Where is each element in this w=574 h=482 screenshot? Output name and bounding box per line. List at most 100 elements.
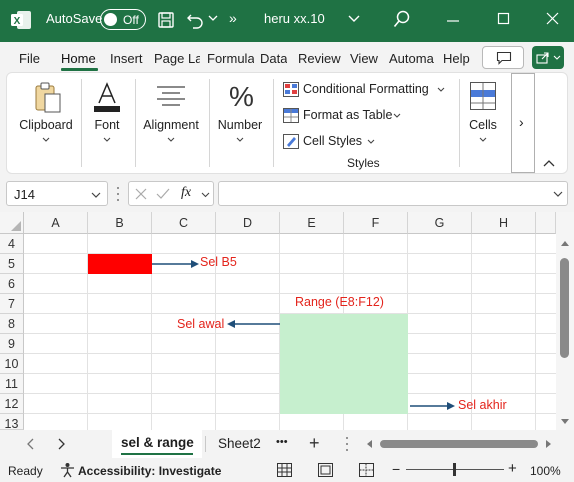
row-header-11[interactable]: 11 [0, 374, 24, 394]
scroll-right-icon[interactable] [545, 439, 552, 449]
title-bar: X AutoSave Off » heru xx.10 [0, 0, 574, 42]
status-ready: Ready [8, 464, 43, 478]
next-sheet-icon[interactable] [58, 438, 66, 450]
normal-view-icon[interactable] [277, 463, 292, 477]
row-header-5[interactable]: 5 [0, 254, 24, 274]
insert-function-icon[interactable]: fx [181, 185, 191, 201]
cell-styles-button[interactable]: Cell Styles [281, 131, 381, 153]
close-icon[interactable] [546, 12, 560, 26]
column-header-g[interactable]: G [408, 212, 472, 234]
row-header-10[interactable]: 10 [0, 354, 24, 374]
name-box-chevron-icon[interactable] [91, 192, 101, 199]
fx-chevron-icon[interactable] [201, 192, 210, 198]
vertical-scroll-thumb[interactable] [560, 258, 569, 358]
row-header-6[interactable]: 6 [0, 274, 24, 294]
zoom-in-icon[interactable]: + [508, 460, 517, 477]
enter-icon[interactable] [156, 188, 170, 200]
maximize-icon[interactable] [497, 12, 511, 26]
zoom-level[interactable]: 100% [530, 464, 561, 478]
column-header-partial[interactable] [536, 212, 556, 234]
tab-insert[interactable]: Insert [110, 51, 143, 66]
annotation-sel-akhir: Sel akhir [458, 398, 507, 412]
minimize-icon[interactable] [446, 14, 460, 28]
share-button[interactable] [532, 46, 564, 69]
collapse-ribbon-icon[interactable] [543, 159, 555, 167]
tab-formulas[interactable]: Formula [207, 51, 254, 66]
scroll-left-icon[interactable] [366, 439, 373, 449]
scroll-down-icon[interactable] [560, 418, 570, 425]
column-header-b[interactable]: B [88, 212, 152, 234]
horizontal-scroll-thumb[interactable] [380, 440, 538, 448]
column-header-c[interactable]: C [152, 212, 216, 234]
prev-sheet-icon[interactable] [26, 438, 34, 450]
column-header-e[interactable]: E [280, 212, 344, 234]
row-header-13[interactable]: 13 [0, 414, 24, 430]
file-name[interactable]: heru xx.10 [264, 11, 325, 26]
cell-styles-icon [283, 134, 299, 149]
format-as-table-button[interactable]: Format as Table [281, 105, 405, 127]
search-icon[interactable] [393, 10, 411, 30]
expand-formula-bar-icon[interactable] [553, 191, 563, 198]
page-layout-view-icon[interactable] [318, 463, 333, 477]
share-chevron-icon [553, 55, 561, 60]
row-header-9[interactable]: 9 [0, 334, 24, 354]
more-commands-icon[interactable]: » [229, 10, 237, 26]
range-e8-f12[interactable] [280, 314, 408, 414]
clipboard-chevron-icon [42, 137, 50, 142]
worksheet-grid[interactable]: A B C D E F G H 4 5 6 7 8 9 10 11 12 13 [0, 212, 574, 430]
scroll-up-icon[interactable] [560, 240, 570, 247]
tab-view[interactable]: View [350, 51, 378, 66]
clipboard-group[interactable]: Clipboard [13, 77, 79, 147]
drag-handle-icon[interactable] [116, 186, 120, 202]
name-box[interactable]: J14 [6, 181, 108, 206]
alignment-group[interactable]: Alignment [139, 77, 203, 147]
cell-b5-red[interactable] [88, 254, 152, 274]
save-icon[interactable] [157, 11, 175, 29]
tab-home[interactable]: Home [61, 51, 96, 66]
select-all-button[interactable] [0, 212, 24, 234]
formula-controls: fx [128, 181, 214, 206]
accessibility-icon[interactable] [60, 462, 75, 478]
add-sheet-icon[interactable]: + [309, 433, 320, 454]
row-header-12[interactable]: 12 [0, 394, 24, 414]
row-header-8[interactable]: 8 [0, 314, 24, 334]
sheet-tab-bar: sel & range Sheet2 ••• + [0, 430, 574, 458]
tab-data[interactable]: Data [260, 51, 287, 66]
tab-page-layout[interactable]: Page La [154, 51, 200, 66]
name-box-value: J14 [14, 187, 35, 202]
cells-group[interactable]: Cells [463, 77, 503, 147]
tab-help[interactable]: Help [443, 51, 470, 66]
page-break-view-icon[interactable] [359, 463, 374, 477]
more-sheets-icon[interactable]: ••• [276, 436, 288, 448]
undo-dropdown-icon[interactable] [208, 15, 218, 23]
ribbon-scroll-button[interactable]: › [511, 73, 535, 173]
undo-icon[interactable] [186, 11, 206, 29]
divider [209, 79, 210, 167]
zoom-slider-thumb[interactable] [453, 463, 456, 476]
tab-splitter-icon[interactable] [345, 436, 349, 452]
formula-input[interactable] [218, 181, 568, 206]
accessibility-status[interactable]: Accessibility: Investigate [78, 464, 221, 478]
row-header-4[interactable]: 4 [0, 234, 24, 254]
row-header-7[interactable]: 7 [0, 294, 24, 314]
tab-review[interactable]: Review [298, 51, 341, 66]
annotation-sel-awal: Sel awal [177, 317, 225, 331]
column-header-h[interactable]: H [472, 212, 536, 234]
tab-file[interactable]: File [19, 51, 40, 66]
column-header-a[interactable]: A [24, 212, 88, 234]
font-group[interactable]: Font [85, 77, 129, 147]
conditional-formatting-button[interactable]: Conditional Formatting [281, 79, 453, 101]
vertical-scrollbar[interactable] [556, 212, 574, 430]
tab-automate[interactable]: Automa [389, 51, 435, 66]
number-group[interactable]: % Number [213, 77, 267, 147]
comments-button[interactable] [482, 46, 524, 69]
autosave-toggle[interactable]: Off [100, 9, 146, 30]
cancel-icon[interactable] [135, 188, 147, 200]
toggle-knob [104, 13, 117, 26]
sheet-tab-sheet2[interactable]: Sheet2 [218, 436, 261, 451]
column-header-d[interactable]: D [216, 212, 280, 234]
column-header-f[interactable]: F [344, 212, 408, 234]
sheet-tab-active[interactable]: sel & range [112, 430, 202, 458]
filename-chevron-icon[interactable] [348, 15, 360, 23]
zoom-out-icon[interactable]: − [392, 461, 400, 477]
